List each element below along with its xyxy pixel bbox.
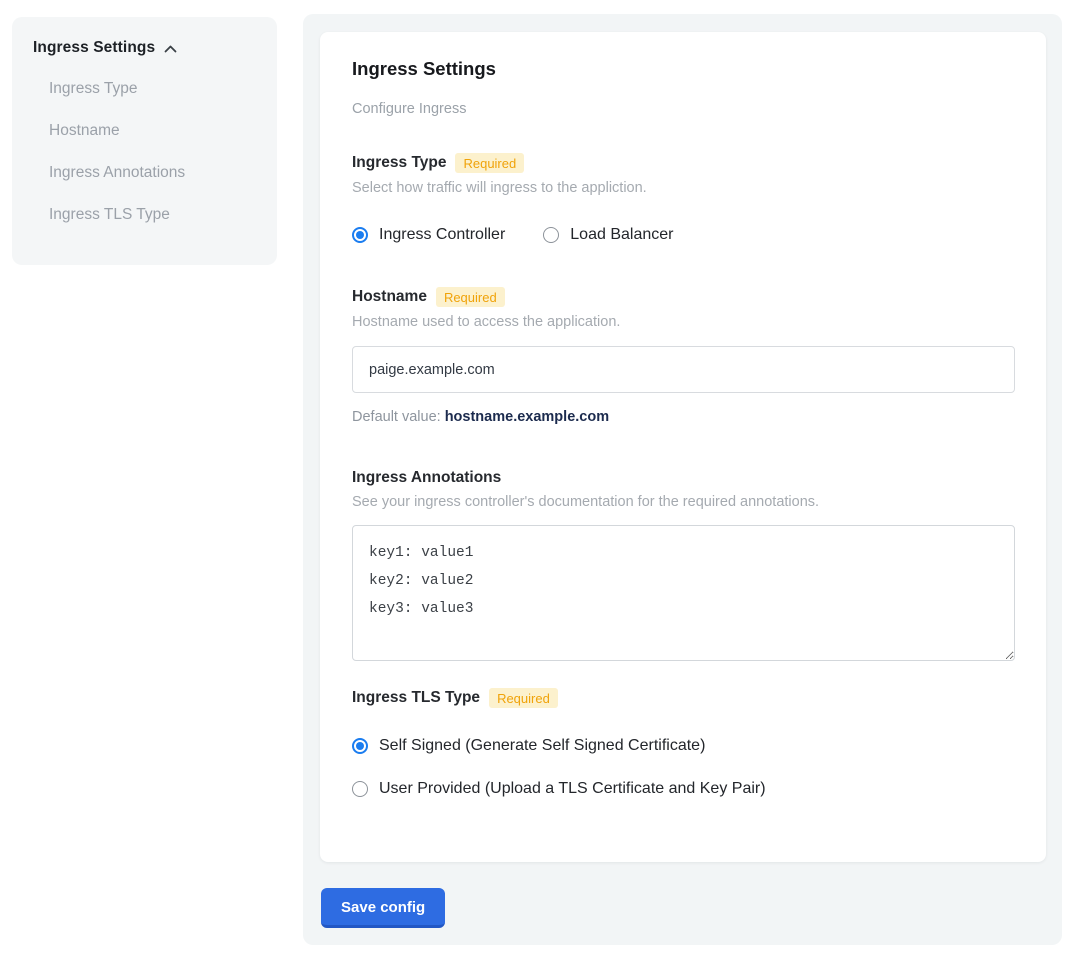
ingress-annotations-label: Ingress Annotations — [352, 469, 501, 487]
hostname-label: Hostname — [352, 288, 427, 306]
save-config-button[interactable]: Save config — [321, 888, 445, 928]
radio-selected-icon[interactable] — [352, 738, 368, 754]
hostname-default-line: Default value: hostname.example.com — [352, 409, 1015, 425]
ingress-type-radio-group: Ingress Controller Load Balancer — [352, 226, 1015, 244]
radio-label: Self Signed (Generate Self Signed Certif… — [379, 737, 705, 755]
ingress-type-label: Ingress Type — [352, 154, 446, 172]
page: Ingress Settings Ingress Type Hostname I… — [0, 0, 1090, 969]
sidebar-item-hostname[interactable]: Hostname — [49, 110, 257, 152]
hostname-section: Hostname Required Hostname used to acces… — [352, 287, 1015, 425]
ingress-annotations-section: Ingress Annotations See your ingress con… — [352, 469, 1015, 661]
page-subtitle: Configure Ingress — [352, 101, 1015, 117]
hostname-description: Hostname used to access the application. — [352, 314, 1015, 330]
ingress-annotations-textarea[interactable]: key1: value1 key2: value2 key3: value3 — [352, 525, 1015, 661]
sidebar: Ingress Settings Ingress Type Hostname I… — [12, 17, 277, 265]
required-badge: Required — [455, 153, 524, 173]
hostname-input[interactable] — [352, 346, 1015, 393]
required-badge: Required — [436, 287, 505, 307]
settings-panel: Ingress Settings Configure Ingress Ingre… — [303, 14, 1062, 945]
sidebar-item-ingress-annotations[interactable]: Ingress Annotations — [49, 152, 257, 194]
ingress-tls-radio-group: Self Signed (Generate Self Signed Certif… — [352, 737, 1015, 798]
ingress-tls-type-label: Ingress TLS Type — [352, 689, 480, 707]
chevron-up-icon — [163, 43, 178, 55]
ingress-settings-card: Ingress Settings Configure Ingress Ingre… — [320, 32, 1046, 862]
radio-option-self-signed[interactable]: Self Signed (Generate Self Signed Certif… — [352, 737, 1015, 755]
ingress-type-description: Select how traffic will ingress to the a… — [352, 180, 1015, 196]
ingress-tls-type-section: Ingress TLS Type Required Self Signed (G… — [352, 688, 1015, 798]
hostname-default-value: hostname.example.com — [445, 409, 609, 425]
sidebar-item-ingress-tls-type[interactable]: Ingress TLS Type — [49, 194, 257, 236]
radio-unselected-icon[interactable] — [352, 781, 368, 797]
sidebar-section-toggle[interactable]: Ingress Settings — [32, 39, 257, 57]
radio-selected-icon[interactable] — [352, 227, 368, 243]
radio-label: User Provided (Upload a TLS Certificate … — [379, 780, 766, 798]
ingress-annotations-description: See your ingress controller's documentat… — [352, 494, 1015, 510]
radio-option-ingress-controller[interactable]: Ingress Controller — [352, 226, 505, 244]
radio-unselected-icon[interactable] — [543, 227, 559, 243]
sidebar-nav-list: Ingress Type Hostname Ingress Annotation… — [32, 68, 257, 236]
radio-option-load-balancer[interactable]: Load Balancer — [543, 226, 673, 244]
page-title: Ingress Settings — [352, 58, 1015, 80]
sidebar-item-ingress-type[interactable]: Ingress Type — [49, 68, 257, 110]
radio-label: Ingress Controller — [379, 226, 505, 244]
radio-option-user-provided[interactable]: User Provided (Upload a TLS Certificate … — [352, 780, 1015, 798]
ingress-type-section: Ingress Type Required Select how traffic… — [352, 153, 1015, 244]
hostname-default-prefix: Default value: — [352, 409, 445, 425]
sidebar-section-title: Ingress Settings — [33, 39, 155, 57]
required-badge: Required — [489, 688, 558, 708]
radio-label: Load Balancer — [570, 226, 673, 244]
